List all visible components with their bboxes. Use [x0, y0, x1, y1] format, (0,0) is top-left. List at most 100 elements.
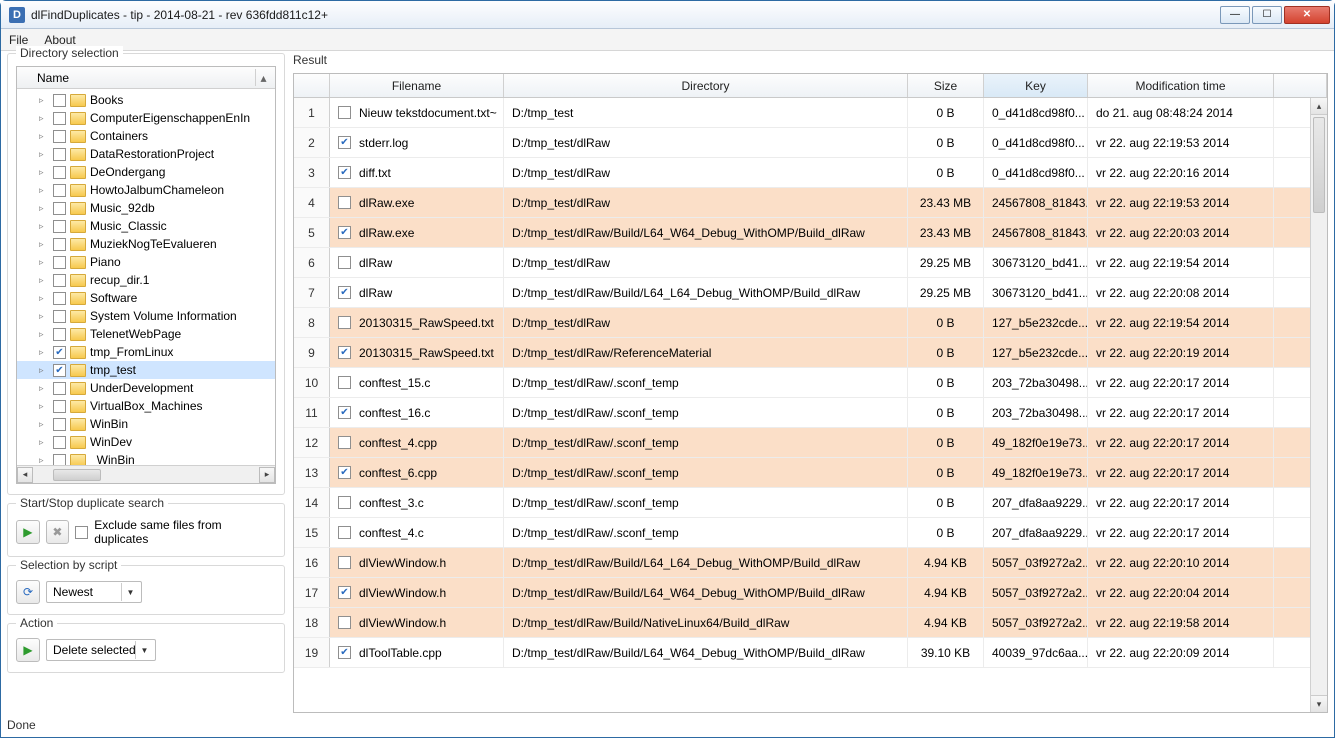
- expander-icon[interactable]: ▹: [39, 401, 49, 412]
- row-checkbox[interactable]: [338, 316, 351, 329]
- tree-checkbox[interactable]: [53, 310, 66, 323]
- expander-icon[interactable]: ▹: [39, 149, 49, 160]
- close-button[interactable]: ✕: [1284, 6, 1330, 24]
- table-row[interactable]: 12conftest_4.cppD:/tmp_test/dlRaw/.sconf…: [294, 428, 1327, 458]
- tree-item[interactable]: ▹✔tmp_FromLinux: [17, 343, 275, 361]
- tree-item[interactable]: ▹DeOndergang: [17, 163, 275, 181]
- table-row[interactable]: 9✔20130315_RawSpeed.txtD:/tmp_test/dlRaw…: [294, 338, 1327, 368]
- tree-checkbox[interactable]: [53, 238, 66, 251]
- expander-icon[interactable]: ▹: [39, 365, 49, 376]
- expander-icon[interactable]: ▹: [39, 221, 49, 232]
- menu-file[interactable]: File: [9, 33, 28, 47]
- col-key[interactable]: Key: [984, 74, 1088, 97]
- row-checkbox[interactable]: [338, 616, 351, 629]
- table-row[interactable]: 6dlRawD:/tmp_test/dlRaw29.25 MB30673120_…: [294, 248, 1327, 278]
- col-directory[interactable]: Directory: [504, 74, 908, 97]
- table-row[interactable]: 15conftest_4.cD:/tmp_test/dlRaw/.sconf_t…: [294, 518, 1327, 548]
- row-checkbox[interactable]: [338, 376, 351, 389]
- tree-checkbox[interactable]: [53, 166, 66, 179]
- expander-icon[interactable]: ▹: [39, 203, 49, 214]
- row-checkbox[interactable]: ✔: [338, 226, 351, 239]
- table-row[interactable]: 2✔stderr.logD:/tmp_test/dlRaw0 B0_d41d8c…: [294, 128, 1327, 158]
- tree-item[interactable]: ▹WinDev: [17, 433, 275, 451]
- tree-checkbox[interactable]: [53, 94, 66, 107]
- scroll-left-icon[interactable]: ◂: [17, 467, 33, 483]
- row-checkbox[interactable]: ✔: [338, 136, 351, 149]
- expander-icon[interactable]: ▹: [39, 311, 49, 322]
- tree-item[interactable]: ▹Books: [17, 91, 275, 109]
- table-row[interactable]: 820130315_RawSpeed.txtD:/tmp_test/dlRaw0…: [294, 308, 1327, 338]
- maximize-button[interactable]: ☐: [1252, 6, 1282, 24]
- tree-checkbox[interactable]: [53, 454, 66, 466]
- expander-icon[interactable]: ▹: [39, 419, 49, 430]
- row-checkbox[interactable]: ✔: [338, 286, 351, 299]
- table-row[interactable]: 14conftest_3.cD:/tmp_test/dlRaw/.sconf_t…: [294, 488, 1327, 518]
- col-filename[interactable]: Filename: [330, 74, 504, 97]
- expander-icon[interactable]: ▹: [39, 185, 49, 196]
- exclude-same-checkbox[interactable]: [75, 526, 88, 539]
- stop-search-button[interactable]: ✖: [46, 520, 70, 544]
- tree-item[interactable]: ▹Piano: [17, 253, 275, 271]
- expander-icon[interactable]: ▹: [39, 275, 49, 286]
- action-combo[interactable]: Delete selected ▼: [46, 639, 156, 661]
- table-row[interactable]: 1Nieuw tekstdocument.txt~D:/tmp_test0 B0…: [294, 98, 1327, 128]
- tree-checkbox[interactable]: ✔: [53, 346, 66, 359]
- table-row[interactable]: 4dlRaw.exeD:/tmp_test/dlRaw23.43 MB24567…: [294, 188, 1327, 218]
- tree-item[interactable]: ▹HowtoJalbumChameleon: [17, 181, 275, 199]
- row-checkbox[interactable]: [338, 106, 351, 119]
- col-size[interactable]: Size: [908, 74, 984, 97]
- tree-checkbox[interactable]: [53, 256, 66, 269]
- table-row[interactable]: 13✔conftest_6.cppD:/tmp_test/dlRaw/.scon…: [294, 458, 1327, 488]
- tree-header[interactable]: Name ▴: [17, 67, 275, 89]
- row-checkbox[interactable]: ✔: [338, 166, 351, 179]
- tree-checkbox[interactable]: [53, 436, 66, 449]
- row-checkbox[interactable]: ✔: [338, 646, 351, 659]
- tree-checkbox[interactable]: [53, 184, 66, 197]
- grid-v-scrollbar[interactable]: ▴ ▾: [1310, 98, 1327, 712]
- expander-icon[interactable]: ▹: [39, 455, 49, 466]
- result-grid[interactable]: Filename Directory Size Key Modification…: [293, 73, 1328, 713]
- tree-item[interactable]: ▹WinBin: [17, 415, 275, 433]
- tree-checkbox[interactable]: [53, 292, 66, 305]
- row-checkbox[interactable]: [338, 526, 351, 539]
- tree-item[interactable]: ▹DataRestorationProject: [17, 145, 275, 163]
- expander-icon[interactable]: ▹: [39, 437, 49, 448]
- tree-checkbox[interactable]: [53, 220, 66, 233]
- row-checkbox[interactable]: [338, 496, 351, 509]
- tree-item[interactable]: ▹recup_dir.1: [17, 271, 275, 289]
- expander-icon[interactable]: ▹: [39, 329, 49, 340]
- run-script-button[interactable]: ⟳: [16, 580, 40, 604]
- script-combo[interactable]: Newest ▼: [46, 581, 142, 603]
- scroll-right-icon[interactable]: ▸: [259, 467, 275, 483]
- tree-item[interactable]: ▹ComputerEigenschappenEnIn: [17, 109, 275, 127]
- row-checkbox[interactable]: [338, 256, 351, 269]
- scroll-thumb[interactable]: [53, 469, 101, 481]
- row-checkbox[interactable]: ✔: [338, 466, 351, 479]
- tree-checkbox[interactable]: [53, 148, 66, 161]
- tree-item[interactable]: ▹TelenetWebPage: [17, 325, 275, 343]
- tree-item[interactable]: ▹Containers: [17, 127, 275, 145]
- tree-item[interactable]: ▹Music_Classic: [17, 217, 275, 235]
- table-row[interactable]: 3✔diff.txtD:/tmp_test/dlRaw0 B0_d41d8cd9…: [294, 158, 1327, 188]
- row-checkbox[interactable]: ✔: [338, 346, 351, 359]
- menu-about[interactable]: About: [44, 33, 75, 47]
- tree-item[interactable]: ▹System Volume Information: [17, 307, 275, 325]
- expander-icon[interactable]: ▹: [39, 383, 49, 394]
- expander-icon[interactable]: ▹: [39, 167, 49, 178]
- col-rownum[interactable]: [294, 74, 330, 97]
- tree-item[interactable]: ▹Software: [17, 289, 275, 307]
- row-checkbox[interactable]: [338, 556, 351, 569]
- tree-checkbox[interactable]: [53, 274, 66, 287]
- expander-icon[interactable]: ▹: [39, 239, 49, 250]
- expander-icon[interactable]: ▹: [39, 131, 49, 142]
- table-row[interactable]: 10conftest_15.cD:/tmp_test/dlRaw/.sconf_…: [294, 368, 1327, 398]
- tree-h-scrollbar[interactable]: ◂ ▸: [17, 465, 275, 483]
- tree-checkbox[interactable]: [53, 112, 66, 125]
- scroll-up-icon[interactable]: ▴: [1311, 98, 1327, 115]
- table-row[interactable]: 18dlViewWindow.hD:/tmp_test/dlRaw/Build/…: [294, 608, 1327, 638]
- expander-icon[interactable]: ▹: [39, 257, 49, 268]
- tree-item[interactable]: ▹_WinBin_: [17, 451, 275, 465]
- row-checkbox[interactable]: ✔: [338, 586, 351, 599]
- expander-icon[interactable]: ▹: [39, 293, 49, 304]
- start-search-button[interactable]: ▶: [16, 520, 40, 544]
